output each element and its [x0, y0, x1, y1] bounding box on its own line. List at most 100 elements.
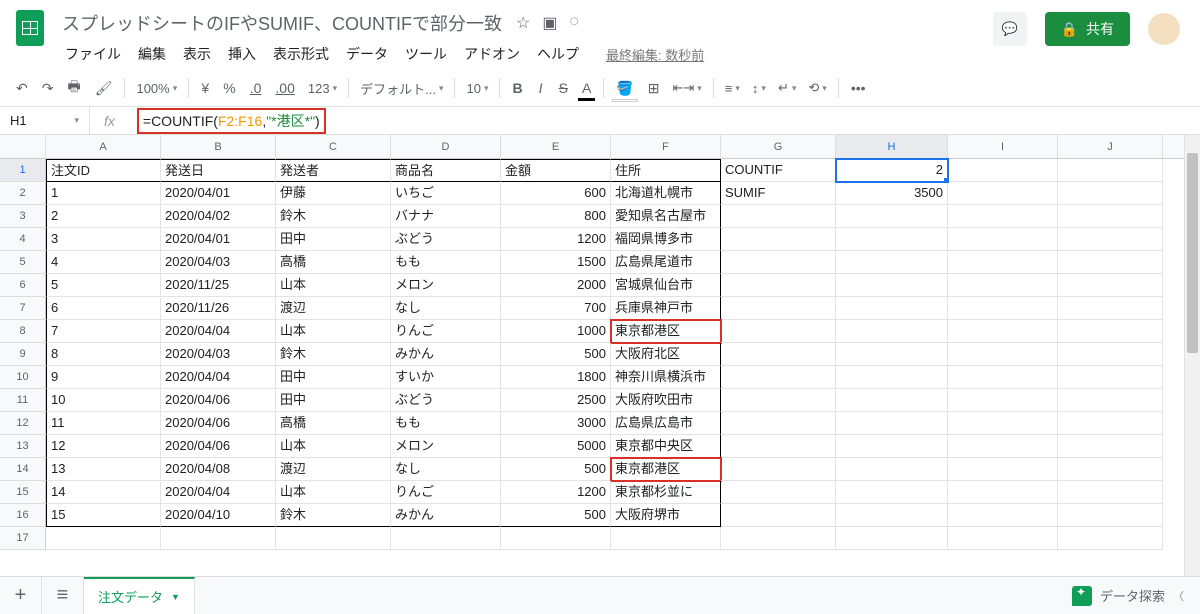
cell-d9[interactable]: みかん	[391, 343, 501, 366]
percent-button[interactable]: %	[217, 77, 241, 99]
cell-j15[interactable]	[1058, 481, 1163, 504]
cell-e15[interactable]: 1200	[501, 481, 611, 504]
text-color-button[interactable]: A	[576, 77, 597, 99]
cell-c7[interactable]: 渡辺	[276, 297, 391, 320]
row-header-1[interactable]: 1	[0, 159, 45, 182]
merge-button[interactable]: ⇤⇥	[667, 77, 706, 99]
column-headers[interactable]: ABCDEFGHIJ	[46, 135, 1184, 159]
cell-j17[interactable]	[1058, 527, 1163, 550]
zoom-select[interactable]: 100%	[131, 78, 182, 99]
cell-d14[interactable]: なし	[391, 458, 501, 481]
cell-c11[interactable]: 田中	[276, 389, 391, 412]
cell-j9[interactable]	[1058, 343, 1163, 366]
cell-g9[interactable]	[721, 343, 836, 366]
cells-area[interactable]: 注文ID発送日発送者商品名金額住所COUNTIF212020/04/01伊藤いち…	[46, 159, 1184, 550]
cell-g17[interactable]	[721, 527, 836, 550]
col-header-c[interactable]: C	[276, 135, 391, 158]
row-header-5[interactable]: 5	[0, 251, 45, 274]
menu-data[interactable]: データ	[339, 42, 395, 66]
cell-i17[interactable]	[948, 527, 1058, 550]
cell-f15[interactable]: 東京都杉並に	[611, 481, 721, 504]
cell-a10[interactable]: 9	[46, 366, 161, 389]
cell-i4[interactable]	[948, 228, 1058, 251]
cell-b14[interactable]: 2020/04/08	[161, 458, 276, 481]
cell-c9[interactable]: 鈴木	[276, 343, 391, 366]
cell-c2[interactable]: 伊藤	[276, 182, 391, 205]
cell-i9[interactable]	[948, 343, 1058, 366]
cell-h12[interactable]	[836, 412, 948, 435]
cell-d1[interactable]: 商品名	[391, 159, 501, 182]
cell-a13[interactable]: 12	[46, 435, 161, 458]
cell-d12[interactable]: もも	[391, 412, 501, 435]
cell-c12[interactable]: 高橋	[276, 412, 391, 435]
cell-d11[interactable]: ぶどう	[391, 389, 501, 412]
cell-a12[interactable]: 11	[46, 412, 161, 435]
cell-a5[interactable]: 4	[46, 251, 161, 274]
cell-i1[interactable]	[948, 159, 1058, 182]
comments-button[interactable]: 💬	[993, 12, 1027, 46]
share-button[interactable]: 🔒共有	[1045, 12, 1130, 46]
cell-e5[interactable]: 1500	[501, 251, 611, 274]
cell-b12[interactable]: 2020/04/06	[161, 412, 276, 435]
cell-e6[interactable]: 2000	[501, 274, 611, 297]
cell-h5[interactable]	[836, 251, 948, 274]
cell-g1[interactable]: COUNTIF	[721, 159, 836, 182]
cell-b17[interactable]	[161, 527, 276, 550]
cell-d13[interactable]: メロン	[391, 435, 501, 458]
cell-a11[interactable]: 10	[46, 389, 161, 412]
cell-d2[interactable]: いちご	[391, 182, 501, 205]
cell-d4[interactable]: ぶどう	[391, 228, 501, 251]
col-header-b[interactable]: B	[161, 135, 276, 158]
cell-f1[interactable]: 住所	[611, 159, 721, 182]
cell-h3[interactable]	[836, 205, 948, 228]
row-header-4[interactable]: 4	[0, 228, 45, 251]
cell-j4[interactable]	[1058, 228, 1163, 251]
menu-help[interactable]: ヘルプ	[530, 42, 586, 66]
cell-a9[interactable]: 8	[46, 343, 161, 366]
menu-insert[interactable]: 挿入	[221, 42, 263, 66]
decrease-decimal-button[interactable]: .0	[244, 77, 268, 99]
cell-h10[interactable]	[836, 366, 948, 389]
cell-h4[interactable]	[836, 228, 948, 251]
cell-i15[interactable]	[948, 481, 1058, 504]
cell-d8[interactable]: りんご	[391, 320, 501, 343]
cell-d16[interactable]: みかん	[391, 504, 501, 527]
cell-g14[interactable]	[721, 458, 836, 481]
cell-i3[interactable]	[948, 205, 1058, 228]
cell-f2[interactable]: 北海道札幌市	[611, 182, 721, 205]
row-header-2[interactable]: 2	[0, 182, 45, 205]
cell-d5[interactable]: もも	[391, 251, 501, 274]
cell-b13[interactable]: 2020/04/06	[161, 435, 276, 458]
cell-h15[interactable]	[836, 481, 948, 504]
cell-c1[interactable]: 発送者	[276, 159, 391, 182]
row-header-16[interactable]: 16	[0, 504, 45, 527]
cell-h16[interactable]	[836, 504, 948, 527]
cell-a8[interactable]: 7	[46, 320, 161, 343]
cell-g11[interactable]	[721, 389, 836, 412]
row-header-15[interactable]: 15	[0, 481, 45, 504]
explore-button[interactable]: データ探索〈	[1056, 577, 1200, 614]
cell-i7[interactable]	[948, 297, 1058, 320]
sheet-tab[interactable]: 注文データ▼	[84, 577, 195, 614]
cell-f8[interactable]: 東京都港区	[611, 320, 721, 343]
star-icon[interactable]: ☆	[516, 13, 530, 33]
toolbar-more[interactable]: •••	[845, 77, 872, 99]
cell-h7[interactable]	[836, 297, 948, 320]
cell-b1[interactable]: 発送日	[161, 159, 276, 182]
cell-i8[interactable]	[948, 320, 1058, 343]
cell-d3[interactable]: バナナ	[391, 205, 501, 228]
cell-j13[interactable]	[1058, 435, 1163, 458]
row-header-9[interactable]: 9	[0, 343, 45, 366]
paint-format-button[interactable]: 🖌	[89, 77, 119, 100]
cell-e3[interactable]: 800	[501, 205, 611, 228]
cell-f16[interactable]: 大阪府堺市	[611, 504, 721, 527]
cell-d6[interactable]: メロン	[391, 274, 501, 297]
account-avatar[interactable]	[1148, 13, 1180, 45]
col-header-f[interactable]: F	[611, 135, 721, 158]
cell-c3[interactable]: 鈴木	[276, 205, 391, 228]
italic-button[interactable]: I	[531, 77, 551, 99]
cell-c8[interactable]: 山本	[276, 320, 391, 343]
cell-b2[interactable]: 2020/04/01	[161, 182, 276, 205]
cell-h2[interactable]: 3500	[836, 182, 948, 205]
cell-h13[interactable]	[836, 435, 948, 458]
